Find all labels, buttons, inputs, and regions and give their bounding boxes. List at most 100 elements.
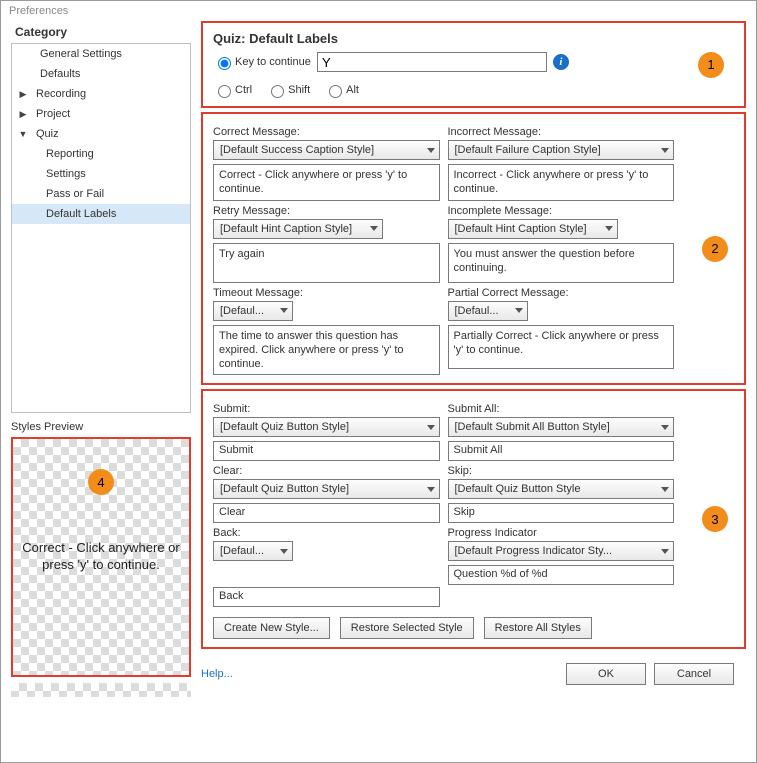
select-text: [Default Quiz Button Style (455, 483, 581, 495)
input-text: Back (219, 590, 243, 602)
tree-item-general[interactable]: General Settings (12, 44, 190, 64)
category-tree[interactable]: General Settings Defaults ▶Recording ▶ Pr… (11, 43, 191, 413)
help-link[interactable]: Help... (201, 668, 233, 680)
select-text: [Default Hint Caption Style] (455, 223, 587, 235)
retry-text-area[interactable]: Try again (213, 243, 440, 283)
tree-item-recording[interactable]: ▶Recording (12, 84, 190, 104)
select-text: [Default Success Caption Style] (220, 144, 374, 156)
input-text: Clear (219, 506, 245, 518)
skip-style-select[interactable]: [Default Quiz Button Style (448, 479, 675, 499)
styles-preview-area: 4 Correct - Click anywhere or press 'y' … (11, 437, 191, 677)
tree-item-settings[interactable]: Settings (12, 164, 190, 184)
chevron-down-icon (280, 549, 288, 554)
textarea-text: Try again (219, 248, 264, 260)
restore-all-styles-button[interactable]: Restore All Styles (484, 617, 592, 639)
back-text-input[interactable]: Back (213, 587, 440, 607)
info-icon[interactable]: i (553, 54, 569, 70)
chevron-down-icon (661, 549, 669, 554)
submit-style-select[interactable]: [Default Quiz Button Style] (213, 417, 440, 437)
select-text: [Defaul... (455, 305, 499, 317)
radio-alt-wrap[interactable]: Alt (324, 82, 359, 98)
submit-label: Submit: (213, 403, 440, 415)
incomplete-style-select[interactable]: [Default Hint Caption Style] (448, 219, 618, 239)
retry-style-select[interactable]: [Default Hint Caption Style] (213, 219, 383, 239)
select-text: [Defaul... (220, 545, 264, 557)
tree-item-reporting[interactable]: Reporting (12, 144, 190, 164)
input-text: Skip (454, 506, 475, 518)
styles-preview-header: Styles Preview (11, 421, 191, 433)
key-input[interactable] (317, 52, 547, 72)
tree-label: Pass or Fail (46, 188, 104, 200)
textarea-text: Correct - Click anywhere or press 'y' to… (219, 169, 407, 195)
radio-key-to-continue[interactable] (218, 57, 231, 70)
skip-text-input[interactable]: Skip (448, 503, 675, 523)
annotation-badge-2: 2 (702, 236, 728, 262)
tree-label: Default Labels (46, 208, 116, 220)
incomplete-text-area[interactable]: You must answer the question before cont… (448, 243, 675, 283)
correct-label: Correct Message: (213, 126, 440, 138)
radio-ctrl[interactable] (218, 85, 231, 98)
ctrl-label: Ctrl (235, 84, 252, 96)
tree-label: Settings (46, 168, 86, 180)
clear-text-input[interactable]: Clear (213, 503, 440, 523)
submitall-text-input[interactable]: Submit All (448, 441, 675, 461)
correct-style-select[interactable]: [Default Success Caption Style] (213, 140, 440, 160)
progress-text-input[interactable]: Question %d of %d (448, 565, 675, 585)
chevron-down-icon[interactable]: ▼ (18, 129, 28, 139)
select-text: [Default Quiz Button Style] (220, 483, 349, 495)
radio-ctrl-wrap[interactable]: Ctrl (213, 82, 252, 98)
create-new-style-button[interactable]: Create New Style... (213, 617, 330, 639)
btn-label: Cancel (677, 668, 711, 680)
tree-label: Defaults (40, 68, 80, 80)
progress-style-select[interactable]: [Default Progress Indicator Sty... (448, 541, 675, 561)
ok-button[interactable]: OK (566, 663, 646, 685)
tree-label: Project (36, 108, 70, 120)
back-style-select[interactable]: [Defaul... (213, 541, 293, 561)
tree-item-passfail[interactable]: Pass or Fail (12, 184, 190, 204)
tree-item-defaults[interactable]: Defaults (12, 64, 190, 84)
timeout-style-select[interactable]: [Defaul... (213, 301, 293, 321)
chevron-down-icon (515, 308, 523, 313)
incorrect-style-select[interactable]: [Default Failure Caption Style] (448, 140, 675, 160)
chevron-down-icon (661, 425, 669, 430)
submitall-style-select[interactable]: [Default Submit All Button Style] (448, 417, 675, 437)
radio-shift-wrap[interactable]: Shift (266, 82, 310, 98)
incomplete-label: Incomplete Message: (448, 205, 675, 217)
select-text: [Default Quiz Button Style] (220, 421, 349, 433)
timeout-text-area[interactable]: The time to answer this question has exp… (213, 325, 440, 376)
select-text: [Default Hint Caption Style] (220, 223, 352, 235)
textarea-text: You must answer the question before cont… (454, 248, 635, 274)
category-header: Category (11, 21, 191, 43)
cancel-button[interactable]: Cancel (654, 663, 734, 685)
textarea-text: Incorrect - Click anywhere or press 'y' … (454, 169, 649, 195)
chevron-right-icon[interactable]: ▶ (18, 89, 28, 100)
clear-style-select[interactable]: [Default Quiz Button Style] (213, 479, 440, 499)
dialog-footer: Help... OK Cancel (201, 653, 746, 685)
incorrect-text-area[interactable]: Incorrect - Click anywhere or press 'y' … (448, 164, 675, 201)
partial-text-area[interactable]: Partially Correct - Click anywhere or pr… (448, 325, 675, 369)
partial-style-select[interactable]: [Defaul... (448, 301, 528, 321)
chevron-down-icon (661, 148, 669, 153)
textarea-text: Partially Correct - Click anywhere or pr… (454, 330, 659, 356)
incorrect-label: Incorrect Message: (448, 126, 675, 138)
preferences-window: Preferences Category General Settings De… (0, 0, 757, 763)
correct-text-area[interactable]: Correct - Click anywhere or press 'y' to… (213, 164, 440, 201)
tree-item-defaultlabels[interactable]: Default Labels (12, 204, 190, 224)
clear-label: Clear: (213, 465, 440, 477)
textarea-text: The time to answer this question has exp… (219, 330, 404, 371)
btn-label: Restore Selected Style (351, 622, 463, 634)
partial-label: Partial Correct Message: (448, 287, 675, 299)
radio-shift[interactable] (271, 85, 284, 98)
radio-alt[interactable] (329, 85, 342, 98)
tree-item-quiz[interactable]: ▼Quiz (12, 124, 190, 144)
chevron-down-icon (427, 425, 435, 430)
chevron-down-icon (427, 487, 435, 492)
chevron-right-icon[interactable]: ▶ (18, 109, 28, 120)
annotation-badge-4: 4 (88, 469, 114, 495)
submit-text-input[interactable]: Submit (213, 441, 440, 461)
restore-selected-style-button[interactable]: Restore Selected Style (340, 617, 474, 639)
checker-footer-strip (11, 683, 191, 697)
tree-item-project[interactable]: ▶ Project (12, 104, 190, 124)
window-title: Preferences (1, 1, 756, 21)
chevron-down-icon (427, 148, 435, 153)
